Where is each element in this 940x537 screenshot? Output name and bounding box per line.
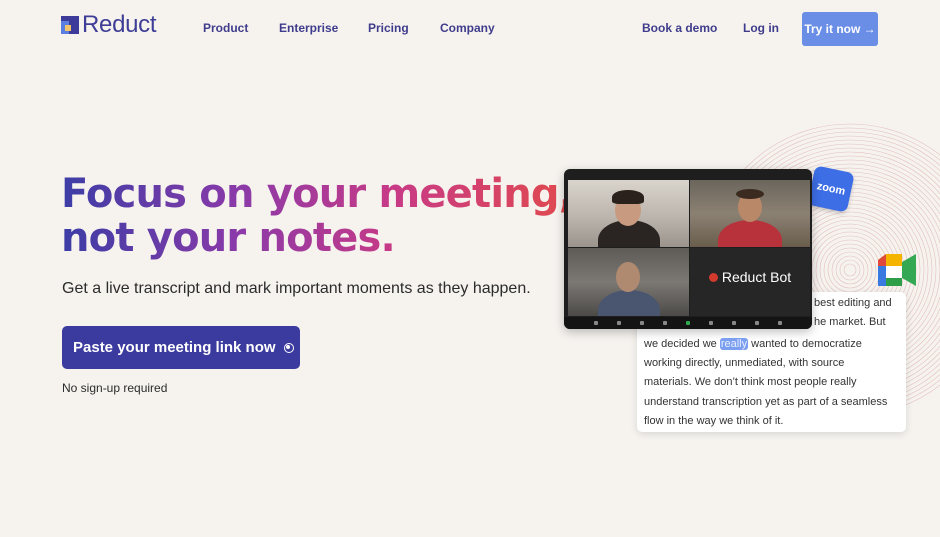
zoom-logo-icon: zoom [807,165,855,213]
nav-pricing[interactable]: Pricing [368,21,409,35]
participant-tile [568,180,689,247]
transcript-body: we decided we really wanted to democrati… [644,335,904,431]
participant-tile [568,248,689,316]
ring [831,251,869,289]
hero-subtitle: Get a live transcript and mark important… [62,280,531,297]
recording-dot-icon [708,272,718,282]
transcript-line: flow in the way we think of it. [644,414,784,427]
video-toolbar [564,317,812,329]
site-header: Reduct Product Enterprise Pricing Compan… [0,0,940,58]
highlighted-word[interactable]: really [719,338,749,350]
bot-name: Reduct Bot [721,269,792,285]
ring [839,259,861,281]
video-call-window: Reduct Bot [564,169,812,329]
login-link[interactable]: Log in [743,21,779,35]
ring [827,247,873,293]
participant-tile [690,180,810,247]
transcript-line: best editing and [814,297,892,309]
logo-text: Reduct [82,11,157,38]
hero-title-line1: Focus on your meeting, [61,171,574,217]
transcript-line: materials. We don’t think most people re… [644,376,857,389]
paste-meeting-link-button[interactable]: Paste your meeting link now [62,326,300,369]
logo[interactable]: Reduct [61,11,157,38]
cta-label: Paste your meeting link now [73,339,276,356]
nav-enterprise[interactable]: Enterprise [279,21,338,35]
transcript-line: he market. But [814,316,886,328]
transcript-line: working directly, unmediated, with sourc… [644,357,845,370]
nav-company[interactable]: Company [440,21,495,35]
google-meet-icon [878,254,916,286]
hero-title: Focus on your meeting, not your notes. [61,172,573,260]
bot-tile: Reduct Bot [690,248,810,316]
reduct-logo-icon [61,16,79,34]
book-demo-link[interactable]: Book a demo [642,21,717,35]
nav-product[interactable]: Product [203,21,248,35]
hero-title-line2: not your notes. [61,215,395,261]
transcript-line: we decided we really wanted to democrati… [644,338,862,350]
transcript-line: understand transcription yet as part of … [644,395,888,408]
ring [819,239,881,301]
no-signup-note: No sign-up required [62,381,168,395]
ring [843,263,857,277]
try-it-now-button[interactable]: Try it now → [802,12,878,46]
record-icon [283,342,294,353]
